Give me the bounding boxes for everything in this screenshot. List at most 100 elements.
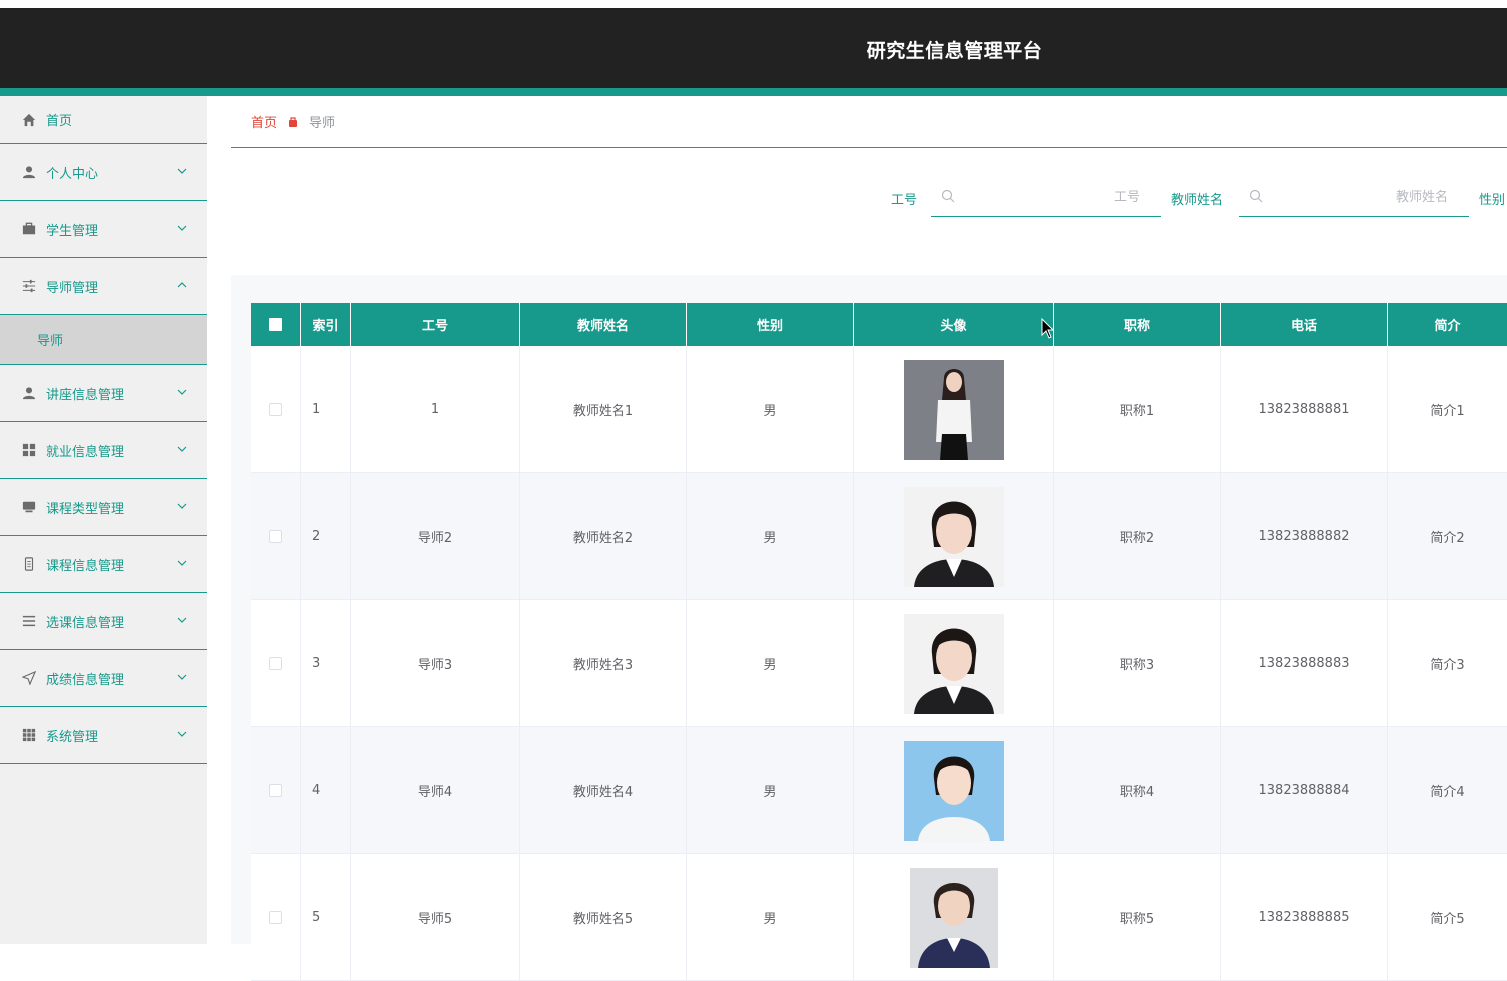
chevron-up-icon	[177, 282, 187, 288]
sidebar-item-grade-management[interactable]: 成绩信息管理	[0, 650, 207, 707]
avatar-photo[interactable]	[903, 359, 1004, 460]
sidebar-item-home[interactable]: 首页	[0, 96, 207, 144]
row-checkbox[interactable]	[269, 530, 282, 543]
list-icon	[22, 614, 36, 628]
grid-icon	[22, 443, 36, 457]
cell-index: 3	[301, 600, 351, 727]
sidebar-item-personal-center[interactable]: 个人中心	[0, 144, 207, 201]
cell-phone: 13823888884	[1221, 727, 1388, 854]
sidebar-item-lecture-management[interactable]: 讲座信息管理	[0, 365, 207, 422]
row-select-cell	[251, 600, 301, 727]
cell-id: 导师5	[351, 854, 520, 981]
row-select-cell	[251, 727, 301, 854]
sidebar-item-label: 选课信息管理	[46, 615, 125, 631]
avatar-photo[interactable]	[903, 867, 1004, 968]
cell-intro: 简介1	[1430, 404, 1465, 419]
row-select-cell	[251, 473, 301, 600]
sidebar-item-label: 学生管理	[46, 223, 99, 239]
sidebar-item-label: 课程类型管理	[46, 501, 125, 517]
main-content: 工号 教师姓名 性别 索引 工号 教师姓名 性别 头像 职称 电话 简介 1 1	[231, 155, 1507, 981]
table-header-title[interactable]: 职称	[1054, 303, 1221, 346]
apps-icon	[22, 728, 36, 742]
mouse-cursor-icon	[1041, 318, 1055, 339]
cell-avatar	[854, 727, 1054, 854]
table-row[interactable]: 3 导师3 教师姓名3 男 职称3 13823888883 简介3	[251, 600, 1507, 727]
table-header-phone[interactable]: 电话	[1221, 303, 1388, 346]
sidebar-item-label: 首页	[46, 114, 73, 129]
cell-title: 职称1	[1054, 346, 1221, 473]
cell-index: 1	[301, 346, 351, 473]
cell-avatar	[854, 346, 1054, 473]
monitor-icon	[22, 500, 36, 514]
cell-index: 5	[301, 854, 351, 981]
row-checkbox[interactable]	[269, 784, 282, 797]
breadcrumb-home-link[interactable]: 首页	[251, 112, 277, 131]
cell-intro: 简介3	[1430, 658, 1465, 673]
chevron-down-icon	[177, 168, 187, 174]
row-select-cell	[251, 346, 301, 473]
cell-sex: 男	[687, 600, 854, 727]
chevron-down-icon	[177, 503, 187, 509]
avatar-photo[interactable]	[903, 486, 1004, 587]
row-checkbox[interactable]	[269, 657, 282, 670]
sidebar-item-course-selection-management[interactable]: 选课信息管理	[0, 593, 207, 650]
home-icon	[22, 113, 36, 127]
sidebar-item-student-management[interactable]: 学生管理	[0, 201, 207, 258]
search-field-id	[931, 177, 1161, 217]
table-header-id[interactable]: 工号	[351, 303, 520, 346]
cell-sex: 男	[687, 473, 854, 600]
cell-title: 职称2	[1054, 473, 1221, 600]
cell-name: 教师姓名5	[520, 854, 687, 981]
cell-avatar	[854, 600, 1054, 727]
cell-index: 2	[301, 473, 351, 600]
cell-id: 导师2	[351, 473, 520, 600]
table-row[interactable]: 4 导师4 教师姓名4 男 职称4 13823888884 简介4	[251, 727, 1507, 854]
avatar-photo[interactable]	[903, 613, 1004, 714]
sidebar-item-employment-management[interactable]: 就业信息管理	[0, 422, 207, 479]
table-row[interactable]: 5 导师5 教师姓名5 男 职称5 13823888885 简介5	[251, 854, 1507, 981]
table-row[interactable]: 1 1 教师姓名1 男 职称1 13823888881 简介1	[251, 346, 1507, 473]
table-header-avatar[interactable]: 头像	[854, 303, 1054, 346]
cell-name: 教师姓名2	[520, 473, 687, 600]
table-header-select-all	[251, 303, 301, 346]
row-checkbox[interactable]	[269, 911, 282, 924]
breadcrumb-current: 导师	[309, 116, 336, 131]
chevron-down-icon	[177, 731, 187, 737]
row-checkbox[interactable]	[269, 403, 282, 416]
sidebar-subitem-tutor[interactable]: 导师	[0, 315, 207, 365]
sidebar-item-label: 成绩信息管理	[46, 672, 125, 688]
briefcase-icon	[22, 222, 36, 236]
chevron-down-icon	[177, 389, 187, 395]
avatar-photo[interactable]	[903, 740, 1004, 841]
app-title: 研究生信息管理平台	[866, 40, 1043, 62]
cell-phone: 13823888885	[1221, 854, 1388, 981]
chevron-down-icon	[177, 446, 187, 452]
table-header-sex[interactable]: 性别	[687, 303, 854, 346]
cell-id: 1	[351, 346, 520, 473]
search-input-teacher-name[interactable]	[1269, 177, 1464, 217]
select-all-checkbox[interactable]	[269, 318, 282, 331]
cell-name: 教师姓名3	[520, 600, 687, 727]
table-row[interactable]: 2 导师2 教师姓名2 男 职称2 13823888882 简介2	[251, 473, 1507, 600]
cell-title: 职称3	[1054, 600, 1221, 727]
sidebar-subitem-label: 导师	[37, 334, 64, 349]
tutor-table: 索引 工号 教师姓名 性别 头像 职称 电话 简介 1 1 教师姓名1 男 职称…	[251, 303, 1507, 981]
chevron-down-icon	[177, 225, 187, 231]
table-header-intro[interactable]: 简介	[1388, 303, 1507, 346]
chevron-down-icon	[177, 674, 187, 680]
search-bar: 工号 教师姓名 性别	[231, 155, 1507, 275]
sidebar-item-course-type-management[interactable]: 课程类型管理	[0, 479, 207, 536]
cell-intro: 简介2	[1430, 531, 1465, 546]
cell-avatar	[854, 473, 1054, 600]
search-input-id[interactable]	[961, 177, 1156, 217]
sidebar-item-tutor-management[interactable]: 导师管理	[0, 258, 207, 315]
table-header-index[interactable]: 索引	[301, 303, 351, 346]
search-icon	[1249, 189, 1263, 203]
sidebar-item-system-management[interactable]: 系统管理	[0, 707, 207, 764]
table-header-name[interactable]: 教师姓名	[520, 303, 687, 346]
app-header: 研究生信息管理平台	[0, 8, 1507, 88]
document-icon	[22, 557, 36, 571]
cell-phone: 13823888882	[1221, 473, 1388, 600]
search-field-teacher-name	[1239, 177, 1469, 217]
sidebar-item-course-info-management[interactable]: 课程信息管理	[0, 536, 207, 593]
